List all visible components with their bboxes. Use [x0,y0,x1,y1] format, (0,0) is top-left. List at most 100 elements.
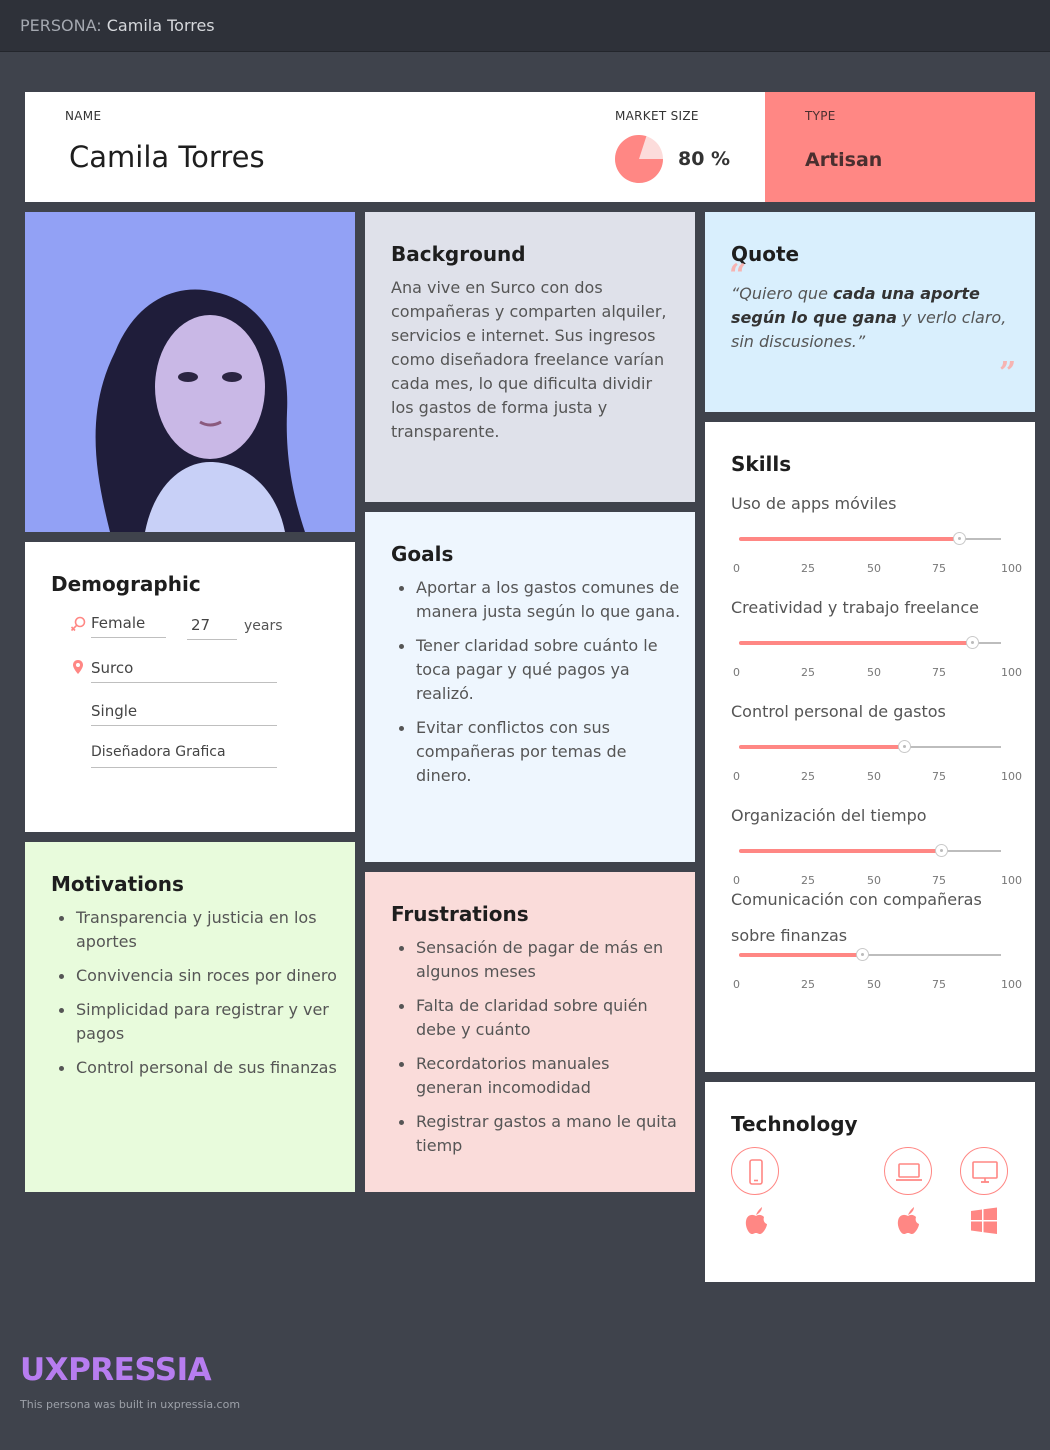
apple-icon [897,1207,919,1234]
quote-text[interactable]: “Quiero que cada una aporte según lo que… [731,282,1011,354]
persona-photo[interactable] [25,212,355,532]
skill-label: Control personal de gastos [731,702,946,721]
occupation-field[interactable]: Diseñadora Grafica [91,744,277,768]
persona-title: PERSONA: Camila Torres [20,16,215,35]
demographic-card: Demographic Female 27 years Surco Single… [25,542,355,832]
list-item[interactable]: Recordatorios manuales generan incomodid… [391,1052,681,1100]
skill-tick-label: 75 [932,978,946,991]
skill-label: Organización del tiempo [731,806,927,825]
gender-field[interactable]: Female [91,614,166,638]
frustrations-list: Sensación de pagar de más en algunos mes… [391,936,681,1168]
skill-slider-handle[interactable] [953,532,967,545]
list-item[interactable]: Evitar conflictos con sus compañeras por… [391,716,681,788]
skill-tick-label: 50 [867,978,881,991]
list-item[interactable]: Control personal de sus finanzas [51,1056,341,1080]
skill-tick-label: 0 [733,978,740,991]
name-label: NAME [65,109,102,123]
background-title: Background [391,242,526,266]
skill-slider-fill [739,953,863,957]
technology-title: Technology [731,1112,858,1136]
persona-name: Camila Torres [106,16,215,35]
mobile-device-button[interactable] [731,1147,779,1195]
skill-slider[interactable] [739,636,1001,649]
footer-note[interactable]: This persona was built in uxpressia.com [20,1398,240,1411]
relationship-status-field[interactable]: Single [91,702,277,726]
skill-tick-label: 75 [932,562,946,575]
quote-card: Quote “ “Quiero que cada una aporte segú… [705,212,1035,412]
skills-card: Skills Uso de apps móviles 0 25 50 75 100 Crea… [705,422,1035,1072]
market-size-value: 80 % [678,148,731,170]
apple-icon [745,1207,767,1234]
quote-part-1: “Quiero que [731,284,833,303]
close-quote-icon: ” [999,356,1017,391]
frustrations-card: Frustrations Sensación de pagar de más e… [365,872,695,1192]
skill-slider-fill [739,849,941,853]
skill-slider-fill [739,537,960,541]
list-item[interactable]: Simplicidad para registrar y ver pagos [51,998,341,1046]
laptop-device-button[interactable] [884,1147,932,1195]
list-item[interactable]: Convivencia sin roces por dinero [51,964,341,988]
skill-tick-label: 50 [867,666,881,679]
skill-tick-label: 50 [867,562,881,575]
skill-slider[interactable] [739,740,1001,753]
goals-card: Goals Aportar a los gastos comunes de ma… [365,512,695,862]
skill-tick-label: 25 [801,978,815,991]
skill-slider[interactable] [739,844,1001,857]
skill-tick-label: 50 [867,770,881,783]
skill-tick-label: 0 [733,770,740,783]
demographic-title: Demographic [51,572,201,596]
persona-prefix: PERSONA: [20,16,102,35]
skill-tick-label: 25 [801,562,815,575]
list-item[interactable]: Registrar gastos a mano le quita tiemp [391,1110,681,1158]
list-item[interactable]: Sensación de pagar de más en algunos mes… [391,936,681,984]
skill-tick-label: 25 [801,770,815,783]
skill-slider-handle[interactable] [934,844,948,857]
uxpressia-logo[interactable]: UXPRESSIA [20,1352,212,1388]
motivations-card: Motivations Transparencia y justicia en … [25,842,355,1192]
background-card: Background Ana vive en Surco con dos com… [365,212,695,502]
skill-tick-label: 0 [733,562,740,575]
type-value[interactable]: Artisan [805,149,882,171]
list-item[interactable]: Aportar a los gastos comunes de manera j… [391,576,681,624]
location-field[interactable]: Surco [91,659,277,683]
mobile-phone-icon [749,1159,763,1185]
type-label: TYPE [805,109,836,123]
skill-label: Uso de apps móviles [731,494,897,513]
location-pin-icon [73,660,83,674]
top-bar: PERSONA: Camila Torres [0,0,1050,52]
list-item[interactable]: Tener claridad sobre cuánto le toca paga… [391,634,681,706]
list-item[interactable]: Transparencia y justicia en los aportes [51,906,341,954]
persona-name-field[interactable]: Camila Torres [69,140,265,174]
age-field[interactable]: 27 [187,616,237,640]
portrait-illustration [25,212,355,532]
market-size-pie-chart [615,135,663,183]
list-item[interactable]: Falta de claridad sobre quién debe y cuá… [391,994,681,1042]
skill-tick-label: 25 [801,666,815,679]
background-text[interactable]: Ana vive en Surco con dos compañeras y c… [391,276,671,444]
skill-slider-handle[interactable] [856,948,870,961]
skill-slider-fill [739,745,905,749]
technology-card: Technology [705,1082,1035,1282]
skill-slider[interactable] [739,532,1001,545]
skills-title: Skills [731,452,792,476]
skill-tick-label: 75 [932,770,946,783]
skill-label: Creatividad y trabajo freelance [731,598,979,617]
desktop-monitor-icon [972,1161,998,1183]
type-card: TYPE Artisan [765,92,1035,202]
skill-tick-label: 75 [932,666,946,679]
skill-slider-handle[interactable] [966,636,980,649]
motivations-list: Transparencia y justicia en los aportes … [51,906,341,1090]
header-card: NAME Camila Torres MARKET SIZE 80 % [25,92,765,202]
gender-female-icon [70,616,86,632]
laptop-icon [896,1163,922,1181]
age-unit: years [244,618,283,634]
desktop-device-button[interactable] [960,1147,1008,1195]
skill-label: Comunicación con compañeras sobre finanz… [731,890,982,945]
market-size-label: MARKET SIZE [615,109,699,123]
skill-tick-label: 100 [1001,978,1022,991]
skill-slider[interactable] [739,948,1001,961]
skill-slider-handle[interactable] [898,740,912,753]
frustrations-title: Frustrations [391,902,529,926]
skill-tick-label: 100 [1001,770,1022,783]
skill-tick-label: 100 [1001,666,1022,679]
